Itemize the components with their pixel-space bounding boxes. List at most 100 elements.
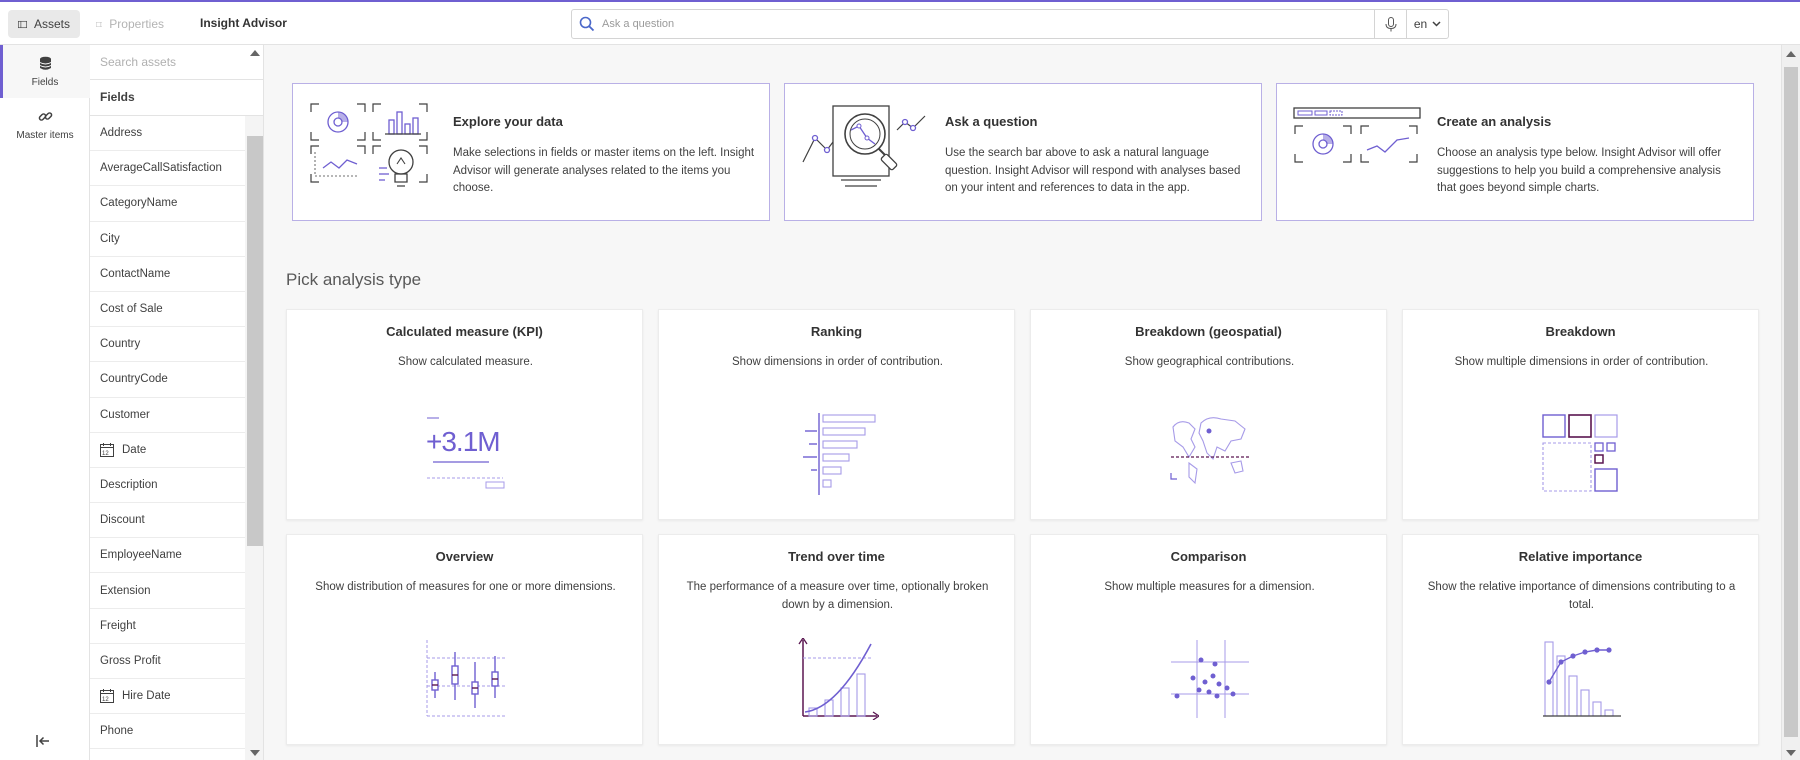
- chevron-down-icon: [1432, 21, 1441, 27]
- card-title: Relative importance: [1518, 549, 1643, 564]
- page-title: Insight Advisor: [200, 16, 287, 30]
- main-content: Explore your data Make selections in fie…: [264, 45, 1781, 760]
- field-item[interactable]: Country: [90, 327, 245, 363]
- language-value: en: [1413, 17, 1428, 31]
- collapse-left-icon: [36, 735, 49, 747]
- properties-toggle-button[interactable]: Properties: [86, 10, 174, 38]
- panel-icon: [96, 21, 103, 27]
- field-item[interactable]: EmployeeName: [90, 538, 245, 574]
- card-title: Breakdown: [1545, 324, 1616, 339]
- field-item[interactable]: Cost of Sale: [90, 292, 245, 328]
- analysis-type-geospatial[interactable]: Breakdown (geospatial) Show geographical…: [1030, 309, 1387, 520]
- panel-icon: [18, 20, 27, 28]
- field-label: Gross Profit: [100, 654, 161, 667]
- field-label: City: [100, 232, 120, 245]
- analysis-type-trend[interactable]: Trend over time The performance of a mea…: [658, 534, 1015, 745]
- explore-data-card: Explore your data Make selections in fie…: [292, 83, 770, 221]
- analysis-type-kpi[interactable]: Calculated measure (KPI) Show calculated…: [286, 309, 643, 520]
- scroll-down-arrow[interactable]: [250, 750, 260, 756]
- field-item[interactable]: Gross Profit: [90, 644, 245, 679]
- field-item[interactable]: AverageCallSatisfaction: [90, 151, 245, 187]
- assets-panel: Search assets Fields Address AverageCallS…: [90, 45, 264, 760]
- search-icon: [572, 16, 602, 32]
- ask-question-search[interactable]: Ask a question en: [571, 9, 1449, 39]
- microphone-button[interactable]: [1374, 10, 1406, 38]
- rail-item-master-items[interactable]: Master items: [0, 98, 90, 151]
- field-item[interactable]: ContactName: [90, 257, 245, 292]
- link-icon: [38, 111, 52, 121]
- language-select[interactable]: en: [1406, 10, 1448, 38]
- field-item[interactable]: Extension: [90, 573, 245, 609]
- calendar-icon: 12: [100, 442, 114, 457]
- assets-scrollbar[interactable]: [245, 50, 263, 760]
- ranking-illustration: [803, 413, 876, 495]
- card-description: Make selections in fields or master item…: [453, 147, 755, 194]
- analysis-type-ranking[interactable]: Ranking Show dimensions in order of cont…: [658, 309, 1015, 520]
- analysis-type-relative-importance[interactable]: Relative importance Show the relative im…: [1402, 534, 1759, 745]
- field-label: EmployeeName: [100, 549, 182, 562]
- card-title: Calculated measure (KPI): [386, 324, 543, 339]
- scroll-down-arrow[interactable]: [1786, 750, 1796, 756]
- pareto-illustration: [1543, 641, 1621, 717]
- field-label: Discount: [100, 514, 145, 527]
- card-description: Show the relative importance of dimensio…: [1427, 581, 1736, 611]
- field-label: Description: [100, 478, 158, 491]
- field-item[interactable]: Description: [90, 468, 245, 504]
- field-item[interactable]: Freight: [90, 609, 245, 644]
- card-title: Explore your data: [453, 114, 563, 129]
- analysis-type-breakdown[interactable]: Breakdown Show multiple dimensions in or…: [1402, 309, 1759, 520]
- field-label: Country: [100, 338, 141, 351]
- field-item[interactable]: Customer: [90, 398, 245, 433]
- explore-data-illustration: [310, 103, 428, 187]
- analysis-type-comparison[interactable]: Comparison Show multiple measures for a …: [1030, 534, 1387, 745]
- kpi-illustration: +3.1M: [426, 417, 505, 489]
- breakdown-illustration: [1542, 414, 1618, 492]
- rail-item-label: Fields: [31, 76, 59, 88]
- collapse-panel-button[interactable]: [36, 734, 50, 752]
- analysis-type-overview[interactable]: Overview Show distribution of measures f…: [286, 534, 643, 745]
- calendar-icon: 12: [100, 689, 114, 704]
- card-title: Trend over time: [788, 549, 885, 564]
- scrollbar-thumb[interactable]: [247, 136, 263, 546]
- scroll-up-arrow[interactable]: [250, 50, 260, 56]
- microphone-icon: [1385, 16, 1396, 31]
- field-item[interactable]: CategoryName: [90, 186, 245, 222]
- map-illustration: [1170, 417, 1249, 485]
- field-item[interactable]: Discount: [90, 503, 245, 539]
- assets-toggle-button[interactable]: Assets: [8, 10, 80, 38]
- assets-label: Assets: [33, 17, 70, 31]
- main-scrollbar[interactable]: [1781, 45, 1800, 760]
- top-bar: Assets Properties Insight Advisor Ask a …: [0, 2, 1800, 45]
- field-item[interactable]: 12 Date: [90, 433, 245, 468]
- card-title: Comparison: [1170, 549, 1247, 564]
- field-label: Customer: [100, 408, 150, 421]
- field-label: Cost of Sale: [100, 303, 163, 316]
- field-label: CategoryName: [100, 197, 178, 210]
- rail-item-fields[interactable]: Fields: [0, 45, 90, 98]
- search-assets-input[interactable]: Search assets: [90, 45, 263, 80]
- card-title: Ask a question: [945, 114, 1038, 129]
- field-item[interactable]: City: [90, 222, 245, 257]
- card-description: Show multiple measures for a dimension.: [1104, 581, 1315, 593]
- field-item[interactable]: CountryCode: [90, 362, 245, 398]
- ask-question-illustration: [802, 105, 926, 187]
- field-item[interactable]: 12 Hire Date: [90, 679, 245, 715]
- search-input[interactable]: Ask a question: [602, 18, 1374, 30]
- rail-item-label: Master items: [16, 129, 74, 141]
- field-label: Extension: [100, 584, 151, 597]
- scrollbar-thumb[interactable]: [1784, 67, 1798, 737]
- trend-illustration: [798, 638, 879, 720]
- scroll-up-arrow[interactable]: [1786, 51, 1796, 57]
- field-label: Hire Date: [122, 690, 171, 703]
- card-description: Use the search bar above to ask a natura…: [945, 147, 1241, 194]
- boxplot-illustration: [426, 640, 505, 717]
- left-rail: Fields Master items: [0, 45, 90, 760]
- field-item[interactable]: Phone: [90, 714, 245, 750]
- card-title: Create an analysis: [1437, 114, 1552, 129]
- scatter-illustration: [1171, 640, 1249, 718]
- card-title: Overview: [435, 549, 494, 564]
- card-description: Show dimensions in order of contribution…: [732, 356, 943, 368]
- field-item[interactable]: Address: [90, 116, 245, 152]
- section-title: Pick analysis type: [286, 270, 422, 289]
- properties-label: Properties: [109, 17, 164, 31]
